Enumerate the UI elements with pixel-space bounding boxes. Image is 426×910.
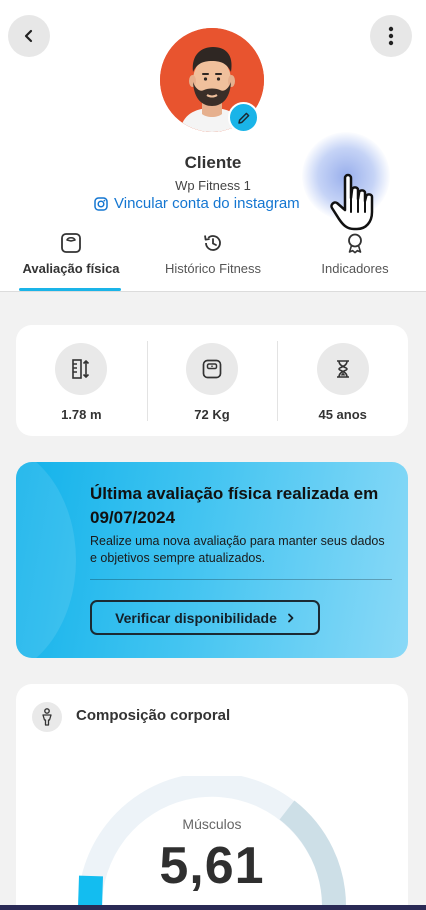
last-evaluation-card: Última avaliação física realizada em 09/…	[16, 462, 408, 658]
tab-label: Histórico Fitness	[164, 261, 262, 276]
more-options-button[interactable]	[370, 15, 412, 57]
instagram-icon	[94, 196, 108, 211]
hourglass-icon	[336, 360, 349, 378]
edit-avatar-button[interactable]	[228, 102, 259, 133]
evaluation-title: Última avaliação física realizada em 09/…	[90, 484, 379, 527]
active-tab-indicator	[19, 288, 121, 291]
height-icon	[72, 359, 90, 379]
stat-value: 1.78 m	[61, 407, 102, 422]
stat-value: 45 anos	[318, 407, 367, 422]
body-composition-card: Composição corporal Músculos 5,61	[16, 684, 408, 910]
check-availability-button[interactable]: Verificar disponibilidade	[90, 600, 320, 635]
gauge-value: 5,61	[159, 837, 265, 895]
tab-avaliacao-fisica[interactable]: Avaliação física	[0, 230, 142, 292]
gauge-label: Músculos	[182, 816, 242, 832]
instagram-link-label: Vincular conta do instagram	[114, 195, 300, 212]
tab-historico-fitness[interactable]: Histórico Fitness	[142, 230, 284, 292]
avatar-container	[160, 28, 264, 133]
stat-age: 45 anos	[277, 325, 408, 436]
pencil-icon	[237, 112, 249, 124]
stat-height: 1.78 m	[16, 325, 147, 436]
button-label: Verificar disponibilidade	[115, 609, 277, 626]
decorative-arc	[16, 462, 76, 658]
tab-label: Indicadores	[321, 261, 389, 276]
evaluation-description: Realize uma nova avaliação para manter s…	[90, 534, 385, 565]
chevron-right-icon	[288, 613, 294, 622]
system-nav-bar	[0, 905, 426, 910]
composition-title: Composição corporal	[76, 707, 231, 724]
scale-icon	[61, 233, 81, 253]
person-icon	[42, 708, 52, 726]
hand-pointer-icon	[330, 173, 374, 231]
award-icon	[348, 233, 362, 254]
more-vertical-icon	[388, 26, 394, 46]
chevron-left-icon	[24, 29, 33, 43]
tab-indicadores[interactable]: Indicadores	[284, 230, 426, 292]
divider	[90, 579, 392, 580]
stat-value: 72 Kg	[194, 407, 230, 422]
stat-weight: 72 Kg	[146, 325, 278, 436]
instagram-link[interactable]: Vincular conta do instagram	[94, 195, 300, 212]
body-stats-card: 1.78 m 72 Kg 45 anos	[16, 325, 408, 436]
weight-scale-icon	[202, 359, 222, 379]
back-button[interactable]	[8, 15, 50, 57]
tab-label: Avaliação física	[22, 261, 120, 276]
history-icon	[204, 235, 221, 251]
